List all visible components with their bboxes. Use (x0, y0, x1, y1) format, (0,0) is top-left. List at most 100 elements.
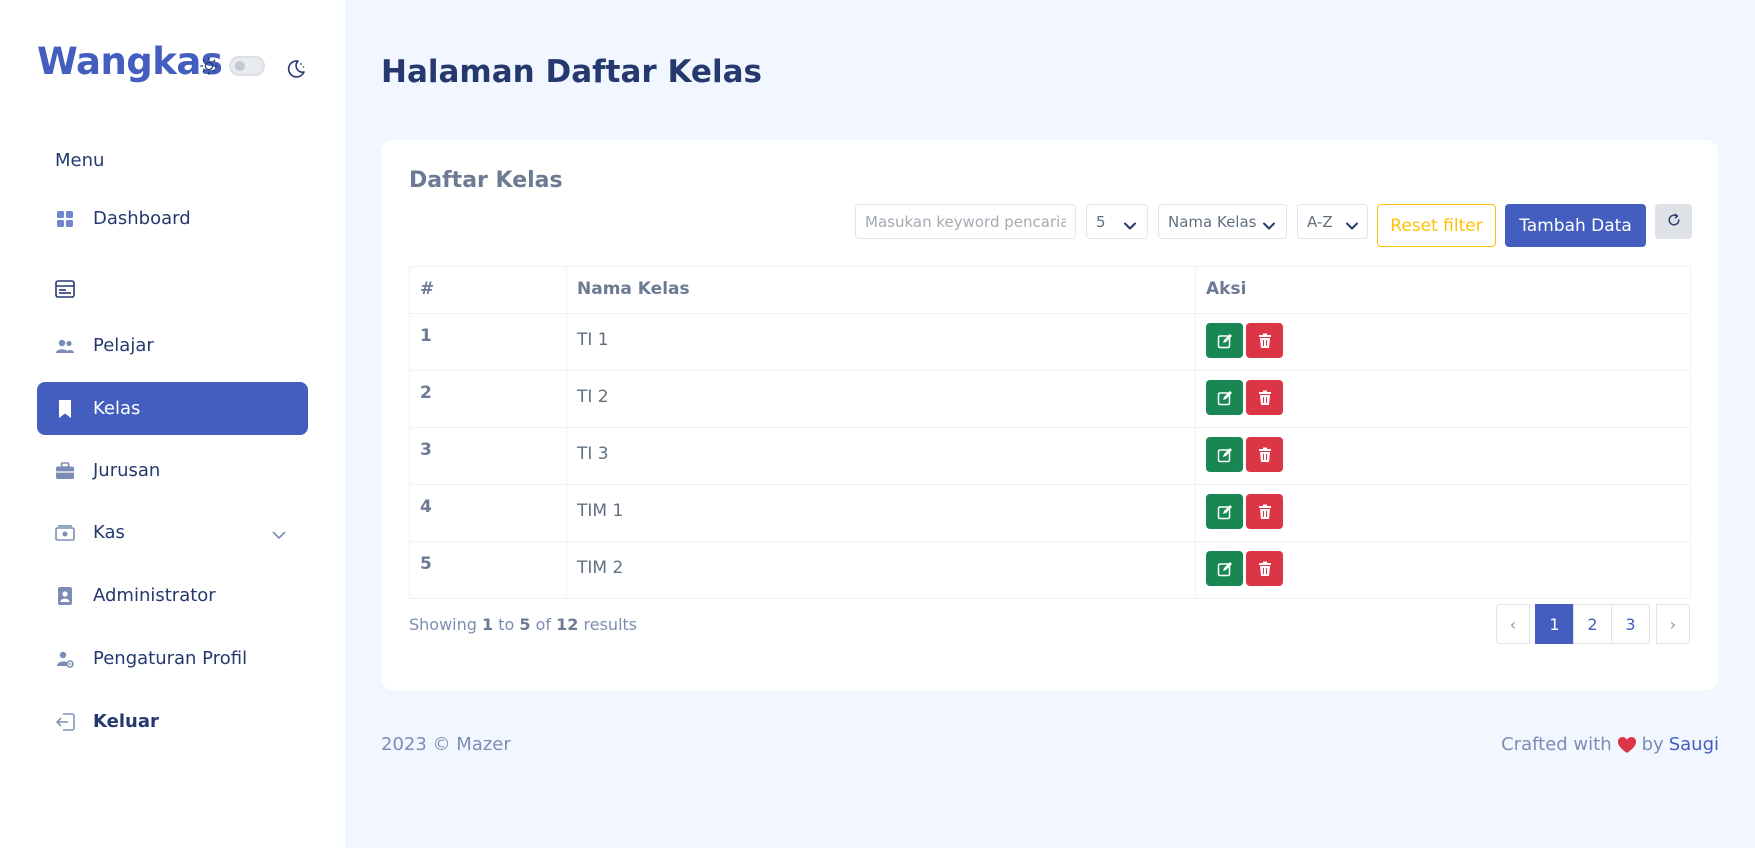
sidebar-item-dashboard[interactable]: Dashboard (37, 192, 308, 245)
page-button-1[interactable]: 1 (1535, 604, 1574, 644)
per-page-select[interactable]: 5 (1086, 204, 1148, 239)
theme-toggle (199, 56, 265, 76)
sort-field-value: Nama Kelas (1168, 212, 1257, 231)
table-row: 1 TI 1 (409, 313, 1691, 371)
class-name: TI 3 (566, 427, 1196, 485)
sidebar-item-keluar[interactable]: Keluar (37, 695, 308, 748)
class-name: TI 1 (566, 313, 1196, 371)
id-badge-icon (55, 586, 75, 606)
chevron-down-icon (1262, 217, 1276, 235)
next-page-button[interactable]: › (1656, 604, 1690, 644)
column-header-action: Aksi (1195, 266, 1691, 314)
sidebar-item-label: Keluar (93, 711, 159, 732)
per-page-value: 5 (1096, 212, 1106, 231)
class-name: TI 2 (566, 370, 1196, 428)
trash-icon (1258, 390, 1271, 405)
row-number: 3 (409, 427, 567, 485)
page-button-3[interactable]: 3 (1611, 604, 1650, 644)
table-row: 4 TIM 1 (409, 484, 1691, 542)
row-actions (1195, 541, 1691, 599)
edit-button[interactable] (1206, 437, 1243, 472)
sidebar-item-administrator[interactable]: Administrator (37, 569, 308, 622)
delete-button[interactable] (1246, 437, 1283, 472)
row-actions (1195, 313, 1691, 371)
moon-icon (285, 58, 307, 80)
row-number: 1 (409, 313, 567, 371)
search-input[interactable] (855, 204, 1076, 239)
sidebar-item-label: Pengaturan Profil (93, 648, 248, 669)
table-row: 3 TI 3 (409, 427, 1691, 485)
sidebar-item-kas[interactable]: Kas (37, 506, 308, 559)
edit-button[interactable] (1206, 380, 1243, 415)
row-actions (1195, 427, 1691, 485)
sidebar: Wangkas Menu Dashboard Pelajar Kelas Jur… (0, 0, 345, 848)
sidebar-item-jurusan[interactable]: Jurusan (37, 444, 308, 497)
person-gear-icon (55, 649, 75, 669)
table-row: 2 TI 2 (409, 370, 1691, 428)
row-number: 2 (409, 370, 567, 428)
table-header-row: # Nama Kelas Aksi (409, 266, 1691, 314)
row-number: 4 (409, 484, 567, 542)
dark-mode-switch[interactable] (229, 56, 265, 76)
chevron-down-icon (1345, 217, 1359, 235)
sidebar-item-pelajar[interactable]: Pelajar (37, 319, 308, 372)
column-header-name: Nama Kelas (566, 266, 1196, 314)
edit-icon (1217, 390, 1232, 405)
edit-icon (1217, 504, 1232, 519)
footer-author-link[interactable]: Saugi (1669, 734, 1719, 755)
edit-button[interactable] (1206, 494, 1243, 529)
footer-crafted-text: Crafted with (1501, 734, 1612, 755)
bookmark-icon (55, 399, 75, 419)
sort-field-select[interactable]: Nama Kelas (1158, 204, 1287, 239)
class-name: TIM 1 (566, 484, 1196, 542)
people-icon (55, 336, 75, 356)
sidebar-item-label: Kelas (93, 398, 141, 419)
grid-icon (55, 209, 75, 229)
card-title: Daftar Kelas (409, 168, 563, 193)
column-header-number: # (409, 266, 567, 314)
class-table: # Nama Kelas Aksi 1 TI 1 2 TI 2 3 TI 3 4… (409, 266, 1691, 599)
edit-button[interactable] (1206, 323, 1243, 358)
summary-from: 1 (482, 615, 494, 634)
menu-title: Menu (55, 150, 105, 171)
sort-order-select[interactable]: A-Z (1297, 204, 1368, 239)
list-card-icon (55, 279, 75, 299)
summary-total: 12 (556, 615, 579, 634)
brand-logo[interactable]: Wangkas (37, 40, 223, 83)
footer-credits: Crafted with by Saugi (1501, 734, 1719, 755)
sidebar-item-pengaturan-profil[interactable]: Pengaturan Profil (37, 632, 308, 685)
heart-icon (1617, 736, 1637, 754)
sidebar-item-label: Dashboard (93, 208, 191, 229)
sidebar-item-unnamed[interactable] (37, 262, 308, 315)
sidebar-item-label: Kas (93, 522, 125, 543)
sort-order-value: A-Z (1307, 212, 1333, 231)
delete-button[interactable] (1246, 323, 1283, 358)
sidebar-item-label: Pelajar (93, 335, 154, 356)
page-button-2[interactable]: 2 (1573, 604, 1612, 644)
refresh-button[interactable] (1655, 204, 1692, 239)
delete-button[interactable] (1246, 380, 1283, 415)
summary-results-word: results (583, 615, 638, 634)
sidebar-item-kelas[interactable]: Kelas (37, 382, 308, 435)
table-row: 5 TIM 2 (409, 541, 1691, 599)
edit-icon (1217, 333, 1232, 348)
edit-button[interactable] (1206, 551, 1243, 586)
summary-prefix: Showing (409, 615, 477, 634)
prev-page-button[interactable]: ‹ (1496, 604, 1530, 644)
row-actions (1195, 484, 1691, 542)
row-number: 5 (409, 541, 567, 599)
summary-to-word: to (498, 615, 515, 634)
delete-button[interactable] (1246, 551, 1283, 586)
trash-icon (1258, 561, 1271, 576)
class-name: TIM 2 (566, 541, 1196, 599)
reset-filter-button[interactable]: Reset filter (1377, 204, 1496, 247)
class-list-card: Daftar Kelas 5 Nama Kelas A-Z Reset filt… (381, 140, 1718, 690)
summary-of-word: of (535, 615, 552, 634)
chevron-down-icon (272, 524, 286, 545)
sidebar-item-label: Jurusan (93, 460, 161, 481)
delete-button[interactable] (1246, 494, 1283, 529)
sun-icon (199, 56, 219, 76)
logout-icon (55, 712, 75, 732)
footer-copyright: 2023 © Mazer (381, 734, 511, 755)
add-data-button[interactable]: Tambah Data (1505, 204, 1646, 247)
